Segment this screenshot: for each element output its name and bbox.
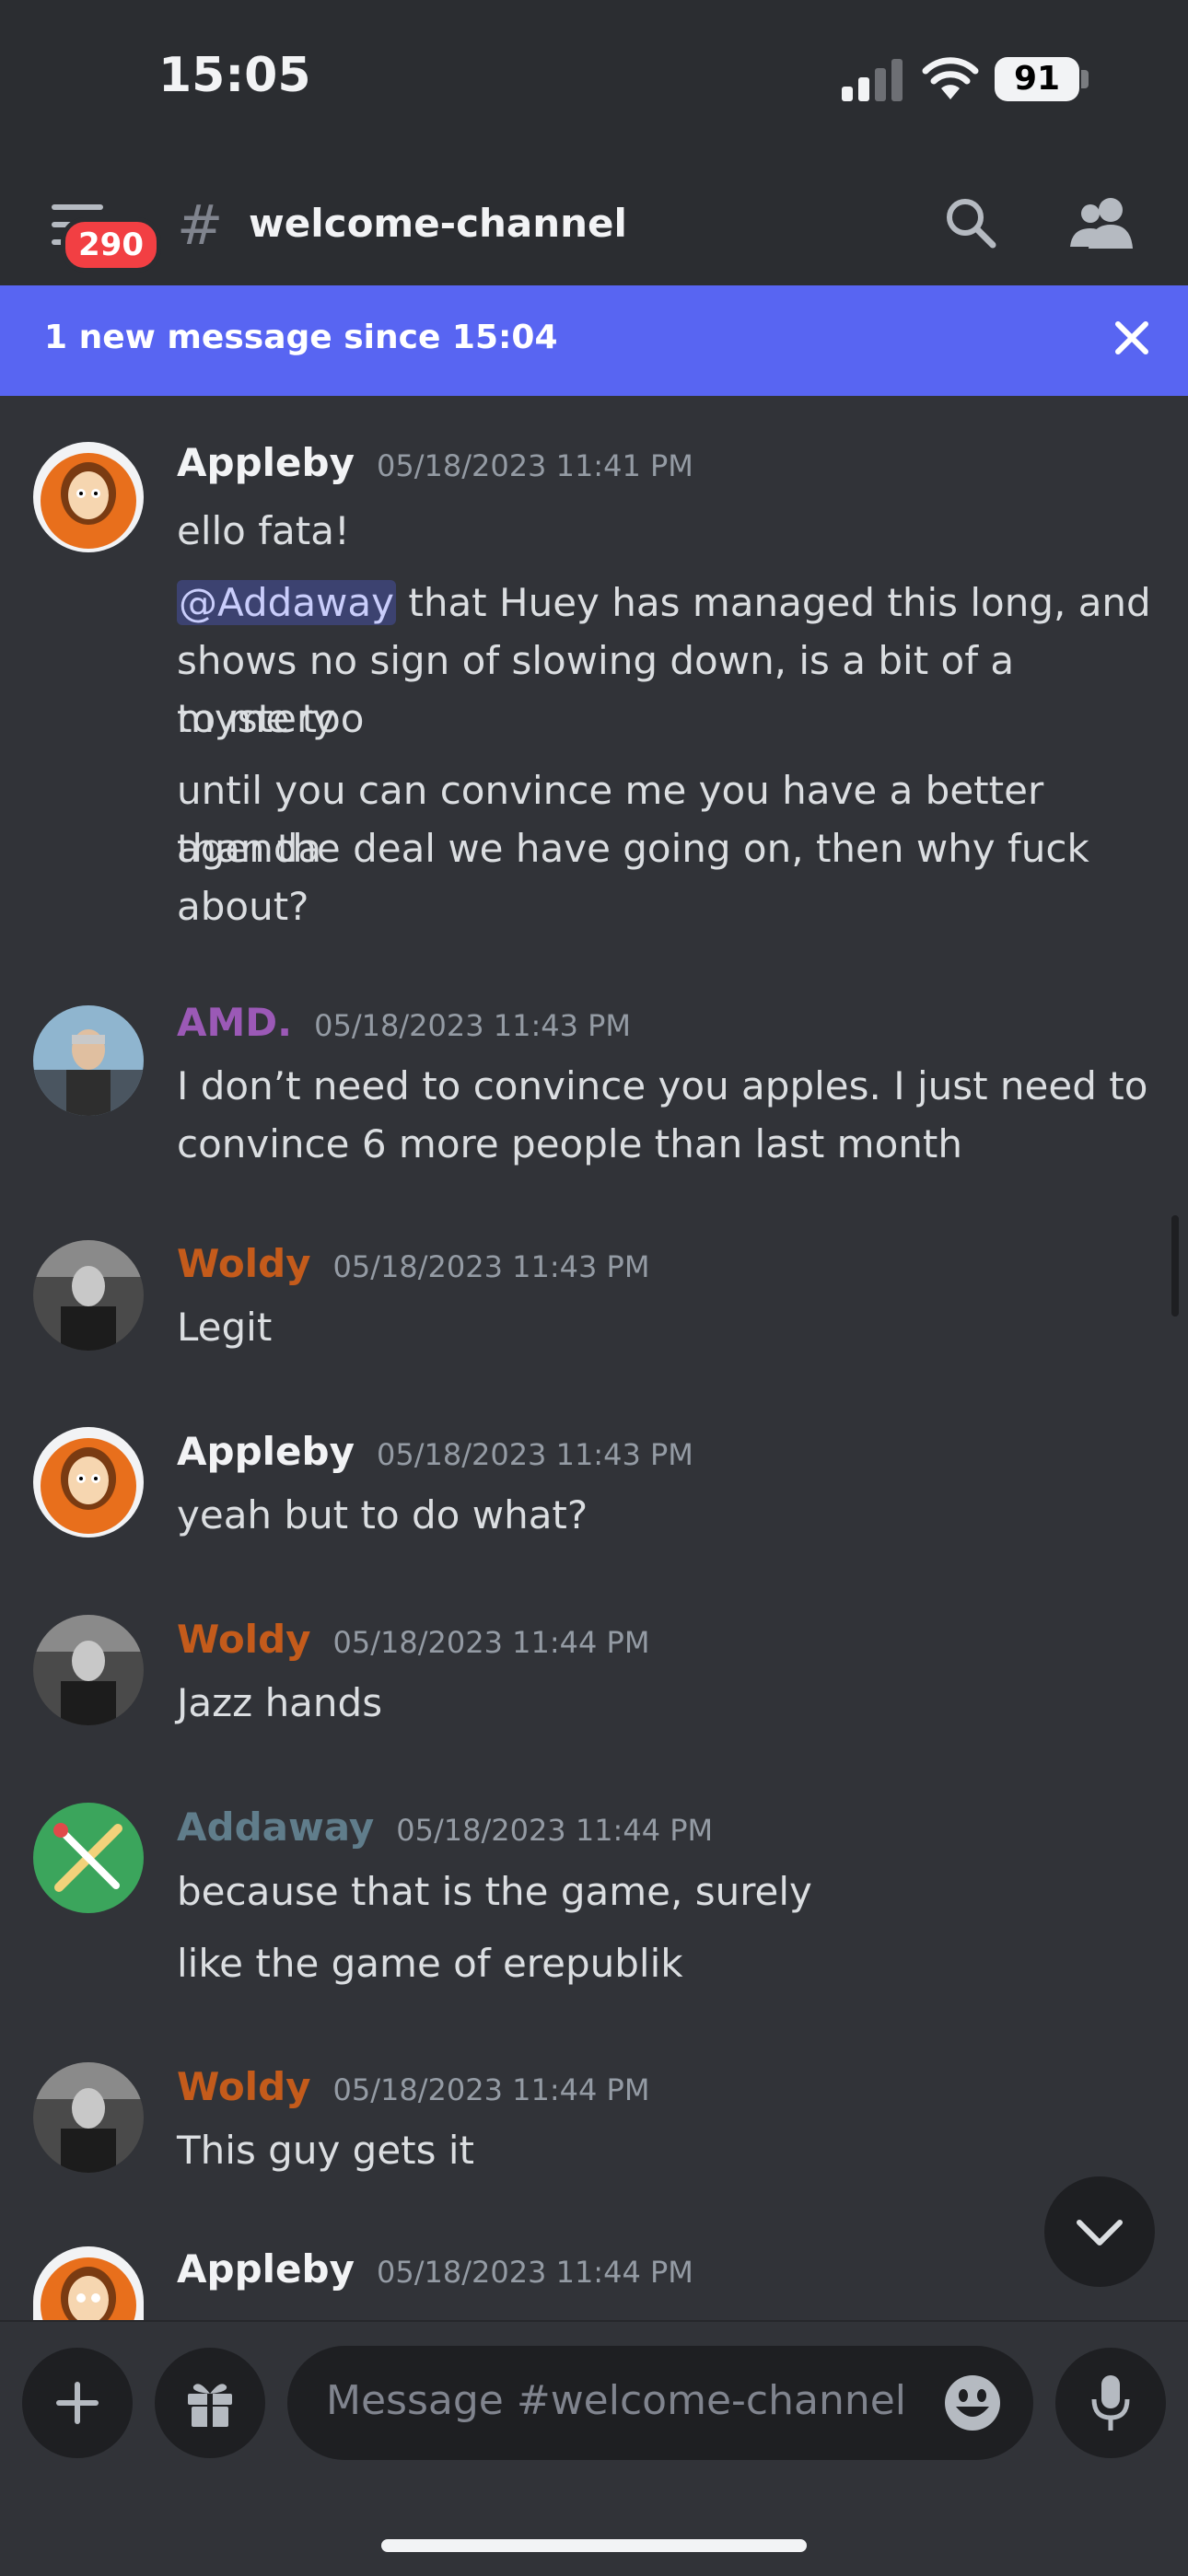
author-name[interactable]: Appleby [177, 1429, 355, 1474]
signal-icon [842, 59, 903, 101]
author-name[interactable]: Appleby [177, 2246, 355, 2292]
members-icon[interactable] [1070, 195, 1135, 250]
search-icon[interactable] [943, 195, 998, 250]
avatar[interactable] [33, 2246, 144, 2320]
message-timestamp: 05/18/2023 11:44 PM [376, 2255, 693, 2290]
message-text: Jazz hands [177, 1680, 383, 1725]
gift-icon [188, 2384, 232, 2427]
message-header: Appleby 05/18/2023 11:43 PM [177, 1429, 693, 1480]
author-name[interactable]: Woldy [177, 2064, 311, 2109]
add-attachment-button[interactable] [22, 2348, 133, 2458]
battery-indicator: 91 [995, 57, 1079, 101]
avatar[interactable] [33, 2062, 144, 2173]
user-mention[interactable]: @Addaway [177, 580, 396, 625]
message-header: AMD. 05/18/2023 11:43 PM [177, 1000, 631, 1051]
message-text: I don’t need to convince you apples. I j… [177, 1063, 1148, 1108]
message-text: about? [177, 884, 309, 929]
message-text: @Addaway that Huey has managed this long… [177, 574, 1153, 632]
message-header: Woldy 05/18/2023 11:43 PM [177, 1241, 649, 1293]
message-timestamp: 05/18/2023 11:43 PM [314, 1008, 632, 1043]
wifi-icon [922, 57, 979, 99]
message-timestamp: 05/18/2023 11:41 PM [376, 448, 693, 483]
chevron-down-icon [1077, 2220, 1123, 2245]
message-timestamp: 05/18/2023 11:43 PM [332, 1249, 650, 1284]
message-text-part: that Huey has managed this long, and [408, 580, 1151, 625]
unread-badge: 290 [61, 217, 161, 273]
avatar[interactable] [33, 1005, 144, 1116]
message-header: Woldy 05/18/2023 11:44 PM [177, 1617, 649, 1668]
message-text: ello fata! [177, 508, 350, 553]
gift-button[interactable] [155, 2348, 265, 2458]
new-messages-banner[interactable]: 1 new message since 15:04 [0, 285, 1188, 396]
home-indicator [381, 2539, 807, 2552]
avatar[interactable] [33, 442, 144, 552]
message-timestamp: 05/18/2023 11:44 PM [332, 2072, 650, 2107]
emoji-icon[interactable] [943, 2373, 1002, 2432]
message-text: convince 6 more people than last month [177, 1121, 962, 1166]
banner-text: 1 new message since 15:04 [44, 319, 558, 356]
message-header: Addaway 05/18/2023 11:44 PM [177, 1804, 713, 1856]
message-text: Legit [177, 1305, 273, 1350]
message-text: like the game of erepublik [177, 1941, 683, 1986]
avatar[interactable] [33, 1427, 144, 1537]
voice-message-button[interactable] [1055, 2348, 1166, 2458]
plus-icon [56, 2382, 99, 2424]
avatar[interactable] [33, 1240, 144, 1351]
battery-tip [1081, 70, 1089, 88]
author-name[interactable]: Woldy [177, 1241, 311, 1286]
scrollbar-thumb[interactable] [1171, 1215, 1179, 1317]
message-header: Appleby 05/18/2023 11:41 PM [177, 440, 693, 492]
author-name[interactable]: Appleby [177, 440, 355, 485]
status-time: 15:05 [158, 48, 311, 103]
message-header: Appleby 05/18/2023 11:44 PM [177, 2246, 693, 2298]
message-header: Woldy 05/18/2023 11:44 PM [177, 2064, 649, 2116]
message-timestamp: 05/18/2023 11:44 PM [332, 1625, 650, 1660]
author-name[interactable]: Woldy [177, 1617, 311, 1662]
channel-hash-icon: # [177, 193, 224, 258]
message-timestamp: 05/18/2023 11:44 PM [396, 1813, 714, 1848]
microphone-icon [1091, 2375, 1130, 2431]
jump-to-present-button[interactable] [1044, 2176, 1155, 2287]
close-icon[interactable] [1112, 319, 1151, 357]
channel-title[interactable]: welcome-channel [249, 201, 627, 246]
message-text: This guy gets it [177, 2128, 474, 2173]
author-name[interactable]: Addaway [177, 1804, 374, 1850]
avatar[interactable] [33, 1803, 144, 1913]
message-text: than the deal we have going on, then why… [177, 826, 1089, 871]
avatar[interactable] [33, 1615, 144, 1725]
message-text: because that is the game, surely [177, 1869, 812, 1914]
message-input-placeholder: Message #welcome-channel [326, 2377, 907, 2424]
message-text: to me too [177, 696, 365, 741]
message-text: yeah but to do what? [177, 1492, 588, 1537]
message-timestamp: 05/18/2023 11:43 PM [376, 1437, 693, 1472]
author-name[interactable]: AMD. [177, 1000, 292, 1045]
